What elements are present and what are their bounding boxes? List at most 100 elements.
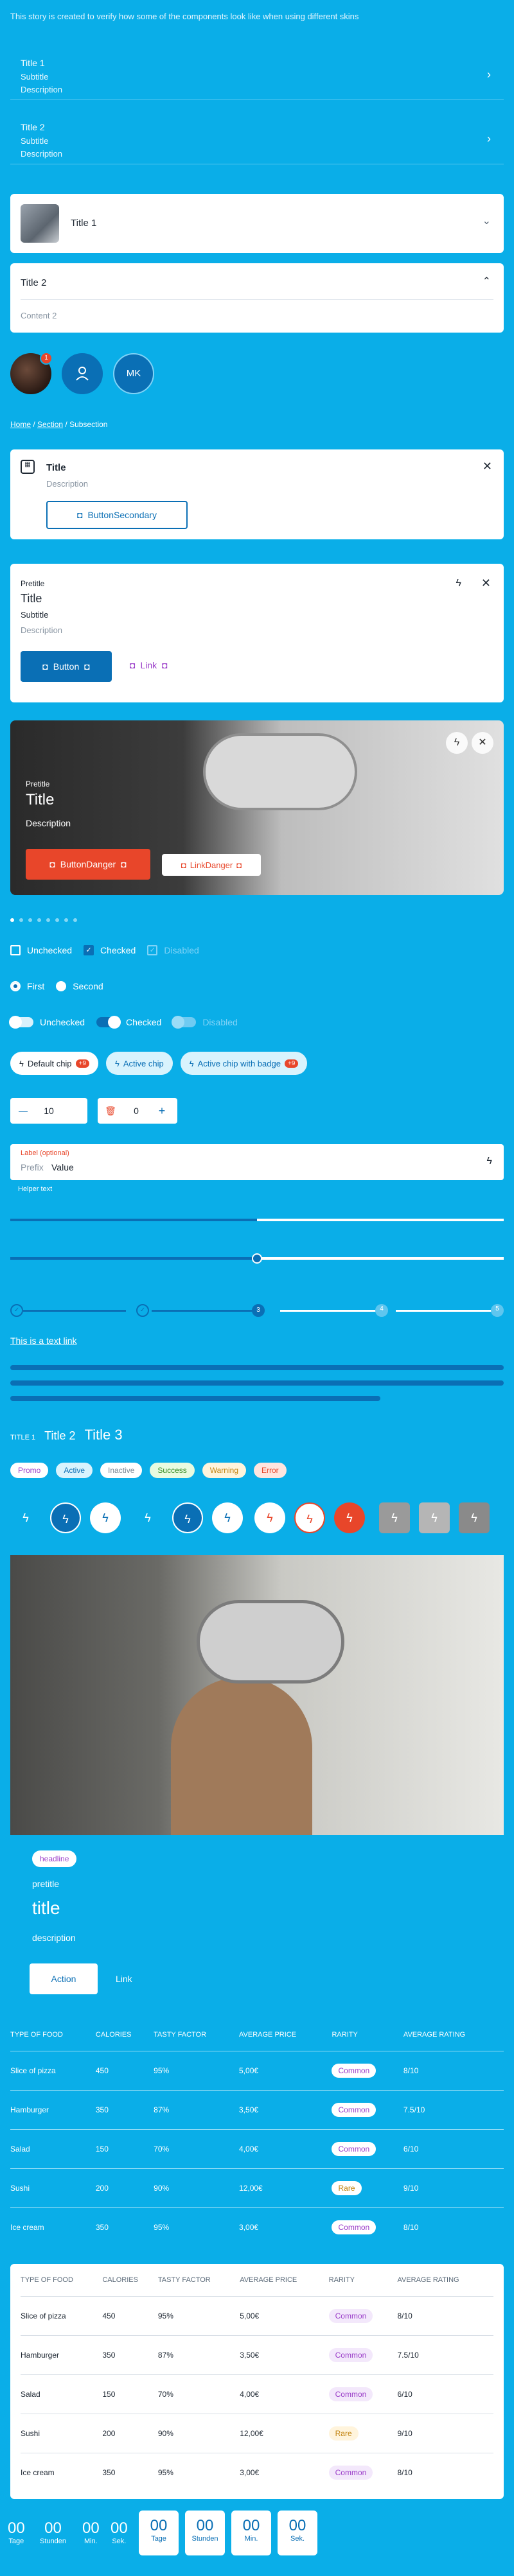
lightning-icon[interactable]: ϟ [459, 1502, 490, 1533]
accordion-item-1[interactable]: Title 1 ⌄ [10, 194, 504, 253]
table-row: Slice of pizza 450 95% 5,00€ Common 8/10 [21, 2296, 493, 2335]
lightning-icon: ϟ [189, 1058, 194, 1068]
carousel-dot[interactable] [55, 918, 59, 922]
table-cell: Sushi [21, 2428, 40, 2438]
lightning-icon[interactable]: ϟ [379, 1502, 410, 1533]
input-value[interactable]: Value [51, 1162, 74, 1172]
carousel-dot[interactable] [73, 918, 77, 922]
carousel-dot[interactable] [46, 918, 50, 922]
lightning-icon[interactable]: ϟ [172, 1502, 203, 1533]
plus-icon[interactable]: + [149, 1104, 175, 1118]
input-prefix: Prefix [21, 1162, 44, 1172]
trash-icon[interactable]: 🗑 [98, 1106, 123, 1117]
badge-row: Promo Active Inactive Success Warning Er… [10, 1463, 287, 1478]
table-cell: Salad [21, 2389, 40, 2399]
radio-second[interactable] [56, 981, 67, 991]
radio-first[interactable] [10, 981, 21, 991]
close-icon[interactable]: ✕ [481, 577, 491, 590]
button-link[interactable]: ◘ Link ◘ [130, 660, 168, 670]
teaser-link[interactable]: Link [116, 1974, 132, 1984]
rarity-badge: Common [328, 2347, 373, 2362]
table-cell: 70% [157, 2389, 173, 2399]
table-cell: Ice cream [21, 2467, 55, 2477]
table-row: Slice of pizza 450 95% 5,00€ Common 8/10 [10, 2051, 504, 2090]
carousel-dot[interactable] [10, 918, 14, 922]
switch-label: Disabled [202, 1017, 238, 1027]
list-item[interactable]: Title 1 Subtitle Description › [10, 46, 504, 100]
table-cell: 350 [95, 2105, 109, 2114]
checkbox-unchecked[interactable] [10, 945, 21, 955]
table-cell: 450 [102, 2311, 116, 2320]
list-item-title: Title 2 [21, 122, 45, 132]
table-cell: 12,00€ [240, 2428, 263, 2438]
rarity-badge: Common [332, 2063, 377, 2078]
lightning-icon[interactable]: ϟ [90, 1502, 121, 1533]
countdown-value: 00 [82, 2519, 100, 2537]
carousel-dot[interactable] [37, 918, 41, 922]
lightning-icon[interactable]: ϟ [10, 1502, 41, 1533]
chip-badge: +9 [75, 1059, 89, 1068]
step-complete-icon[interactable]: ✓ [136, 1304, 149, 1317]
countdown-box: 00 Stunden [185, 2511, 225, 2555]
button-danger-label: ButtonDanger [60, 859, 116, 869]
link-danger[interactable]: ◘ LinkDanger ◘ [162, 854, 261, 876]
countdown-box: 00 Min. [231, 2511, 271, 2555]
table-row: Ice cream 350 95% 3,00€ Common 8/10 [21, 2453, 493, 2492]
carousel-dot[interactable] [19, 918, 23, 922]
switch-unchecked[interactable] [9, 1016, 33, 1029]
button-danger[interactable]: ◘ ButtonDanger ◘ [26, 849, 150, 880]
lightning-icon[interactable]: ϟ [419, 1502, 450, 1533]
chip-active-badge[interactable]: ϟ Active chip with badge +9 [180, 1052, 308, 1075]
lightning-icon[interactable]: ϟ [294, 1502, 325, 1533]
table-cell: Ice cream [10, 2222, 44, 2232]
table-cell: 150 [102, 2389, 116, 2399]
camera-icon: ◘ [162, 660, 168, 670]
chevron-up-icon[interactable]: ⌃ [483, 275, 491, 288]
close-icon[interactable]: ✕ [472, 732, 493, 754]
switch-checked[interactable] [96, 1016, 121, 1029]
lightning-icon[interactable]: ϟ [50, 1502, 81, 1533]
button-link-label: Link [140, 660, 157, 670]
carousel-dot[interactable] [64, 918, 68, 922]
breadcrumb-section[interactable]: Section [37, 420, 63, 429]
list-item[interactable]: Title 2 Subtitle Description › [10, 110, 504, 164]
table-cell: 200 [95, 2183, 109, 2193]
lightning-icon[interactable]: ϟ [212, 1502, 243, 1533]
switch-row: Unchecked Checked Disabled [9, 1016, 238, 1029]
breadcrumb-home[interactable]: Home [10, 420, 31, 429]
carousel-dot[interactable] [28, 918, 32, 922]
accordion-item-2[interactable]: Title 2 ⌃ Content 2 [10, 263, 504, 333]
minus-icon[interactable]: — [10, 1106, 36, 1116]
lightning-icon[interactable]: ϟ [446, 732, 468, 754]
button-secondary[interactable]: ◘ ButtonSecondary [46, 501, 188, 529]
avatar-photo: 1 [10, 352, 53, 394]
slider-track[interactable] [10, 1253, 504, 1264]
lightning-icon: ϟ [19, 1058, 24, 1068]
text-link[interactable]: This is a text link [10, 1336, 76, 1346]
calendar-icon: ▦ [21, 460, 35, 474]
lightning-icon[interactable]: ϟ [456, 578, 461, 589]
checkbox-checked[interactable]: ✓ [84, 945, 94, 955]
table-cell: 3,50€ [239, 2105, 259, 2114]
chip-default[interactable]: ϟ Default chip +9 [10, 1052, 98, 1075]
table-cell: Slice of pizza [10, 2066, 56, 2075]
step-current[interactable]: 3 [252, 1304, 265, 1317]
text-input[interactable]: Label (optional) Prefix Value ϟ [10, 1144, 504, 1180]
slider-handle[interactable] [252, 1253, 262, 1264]
countdown-box: 00 Tage [139, 2511, 179, 2555]
lightning-icon[interactable]: ϟ [487, 1156, 492, 1167]
table-cell: 8/10 [397, 2467, 412, 2477]
step-complete-icon[interactable]: ✓ [10, 1304, 23, 1317]
chip-active[interactable]: ϟ Active chip [105, 1052, 173, 1075]
table-cell: Slice of pizza [21, 2311, 66, 2320]
table-header: Tasty factor [157, 2276, 211, 2284]
lightning-icon[interactable]: ϟ [254, 1502, 285, 1533]
close-icon[interactable]: ✕ [483, 460, 492, 473]
lightning-icon[interactable]: ϟ [132, 1502, 163, 1533]
table-cell: 95% [157, 2467, 173, 2477]
stepper-value[interactable]: 0 [123, 1106, 149, 1116]
lightning-icon[interactable]: ϟ [334, 1502, 365, 1533]
button-primary[interactable]: ◘ Button ◘ [21, 651, 112, 682]
action-button[interactable]: Action [30, 1963, 98, 1994]
stepper-value[interactable]: 10 [36, 1106, 62, 1116]
